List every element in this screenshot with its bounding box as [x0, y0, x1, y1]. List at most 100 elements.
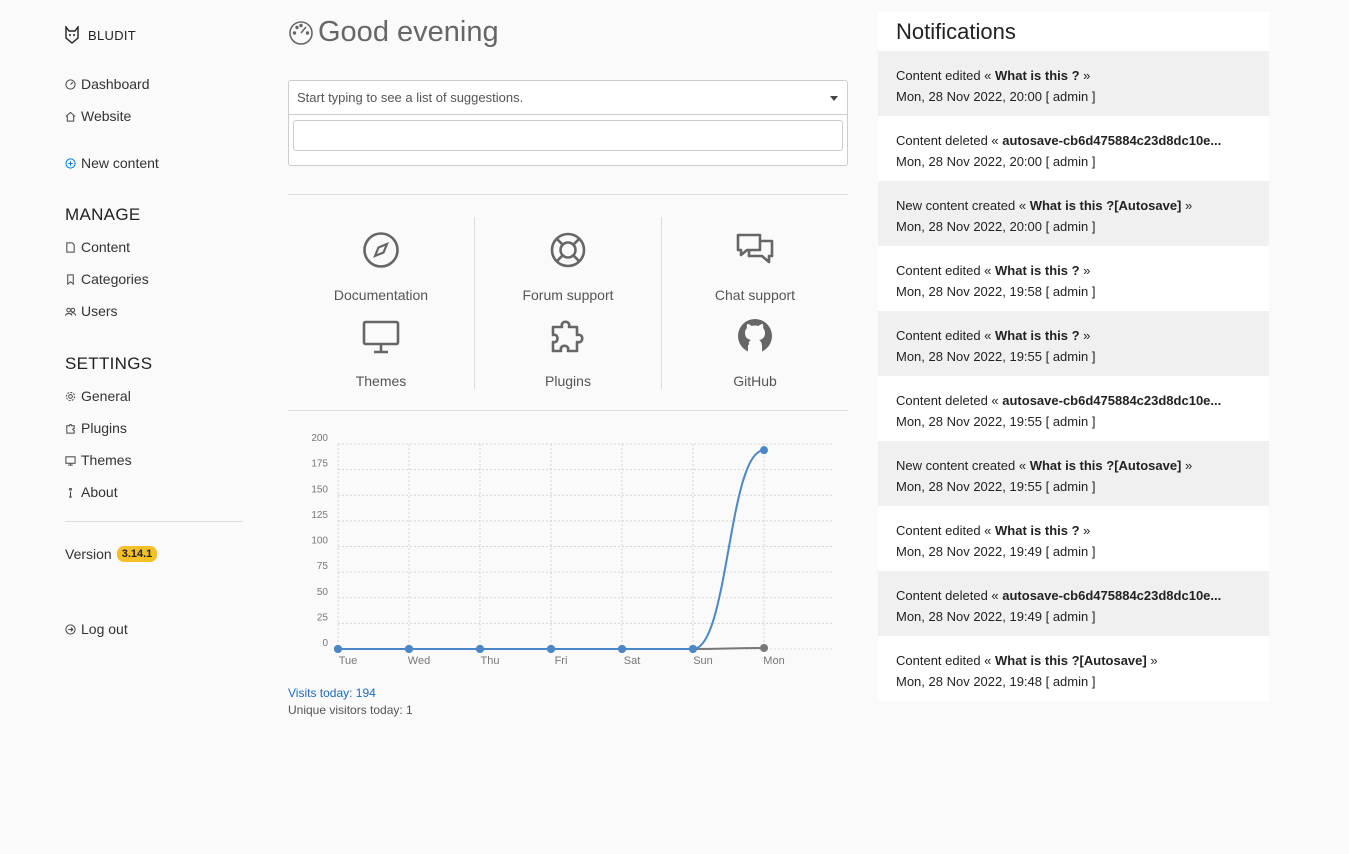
compass-icon [363, 232, 399, 268]
quick-link-themes[interactable]: Themes [288, 317, 474, 389]
notification-message: Content edited « What is this ? » [896, 65, 1251, 86]
notification-message: Content edited « What is this ?[Autosave… [896, 650, 1251, 671]
sidebar-item-themes[interactable]: Themes [65, 452, 132, 468]
quick-link-github[interactable]: GitHub [662, 317, 848, 389]
notification-item: Content edited « What is this ? » Mon, 28… [878, 51, 1269, 116]
notification-action: New content created « [896, 458, 1027, 473]
sidebar-item-users[interactable]: Users [65, 303, 118, 319]
version-info: Version 3.14.1 [65, 546, 158, 562]
x-tick-label: Sun [693, 655, 713, 667]
notification-end: » [1181, 198, 1193, 213]
data-point [334, 645, 342, 653]
chevron-down-icon[interactable] [830, 96, 838, 101]
puzzle-icon [66, 423, 75, 434]
visits-today: Visits today: 194 [288, 686, 376, 700]
unique-visitors-today: Unique visitors today: 1 [288, 703, 413, 717]
monitor-icon [65, 455, 76, 466]
quick-link-label: Themes [355, 373, 407, 389]
notification-action: Content edited « [896, 523, 992, 538]
quick-links: Documentation Forum support Chat support… [288, 217, 848, 389]
notification-action: Content edited « [896, 263, 992, 278]
sidebar-item-label: About [81, 484, 118, 500]
notification-action: Content deleted « [896, 393, 999, 408]
notification-action: Content edited « [896, 328, 992, 343]
brand[interactable]: BLUDIT [65, 26, 136, 44]
notification-date: Mon, 28 Nov 2022, 19:49 [ admin ] [896, 609, 1096, 624]
y-tick-label: 0 [322, 638, 328, 649]
sidebar-item-website[interactable]: Website [65, 108, 131, 124]
sidebar-item-categories[interactable]: Categories [65, 271, 149, 287]
notification-end: » [1079, 68, 1091, 83]
quick-link-label: GitHub [733, 373, 777, 389]
y-tick-label: 50 [317, 587, 329, 598]
content-search-combobox[interactable]: Start typing to see a list of suggestion… [289, 81, 847, 115]
notification-date: Mon, 28 Nov 2022, 19:48 [ admin ] [896, 674, 1096, 689]
sidebar-item-new-content[interactable]: New content [65, 155, 159, 171]
info-icon [69, 487, 72, 498]
quick-link-label: Forum support [522, 287, 614, 303]
data-point [760, 446, 768, 455]
x-tick-label: Fri [555, 655, 568, 667]
sidebar-item-label: Themes [81, 452, 132, 468]
notification-target: What is this ?[Autosave] [1029, 198, 1182, 213]
content-search-select[interactable]: Start typing to see a list of suggestion… [288, 80, 848, 166]
notification-message: Content edited « What is this ? » [896, 260, 1251, 281]
page-title: Good evening [318, 16, 499, 48]
sidebar-item-content[interactable]: Content [65, 239, 130, 255]
data-point [547, 645, 555, 653]
logout-label: Log out [81, 621, 128, 637]
gear-icon [65, 391, 76, 401]
notification-date: Mon, 28 Nov 2022, 19:49 [ admin ] [896, 544, 1096, 559]
sidebar-item-label: General [81, 388, 131, 404]
quick-link-forum-support[interactable]: Forum support [475, 231, 661, 303]
sidebar-item-dashboard[interactable]: Dashboard [65, 76, 150, 92]
x-tick-label: Thu [481, 655, 500, 667]
home-icon [65, 111, 76, 122]
notification-action: Content edited « [896, 68, 992, 83]
x-tick-label: Mon [763, 655, 784, 667]
notification-target: autosave-cb6d475884c23d8dc10e... [1002, 588, 1222, 603]
notification-date: Mon, 28 Nov 2022, 19:58 [ admin ] [896, 284, 1096, 299]
sidebar-item-label: Website [81, 108, 132, 124]
quick-link-label: Plugins [545, 373, 591, 389]
y-tick-label: 200 [311, 433, 328, 444]
sidebar-item-label: Content [81, 239, 131, 255]
data-point [618, 645, 626, 653]
sidebar-item-general[interactable]: General [65, 388, 131, 404]
notification-message: Content deleted « autosave-cb6d475884c23… [896, 585, 1251, 606]
notification-target: What is this ? [995, 328, 1080, 343]
sidebar-item-plugins[interactable]: Plugins [65, 420, 127, 436]
x-tick-label: Tue [339, 655, 358, 667]
quick-link-documentation[interactable]: Documentation [288, 231, 474, 303]
notification-target: autosave-cb6d475884c23d8dc10e... [1002, 393, 1222, 408]
section-title-settings: SETTINGS [65, 354, 153, 373]
monitor-icon [362, 320, 400, 354]
notification-end: » [1079, 263, 1091, 278]
notifications-panel: Notifications Content edited « What is t… [878, 12, 1269, 701]
notification-item: Content edited « What is this ?[Autosave… [878, 636, 1269, 701]
logout-link[interactable]: Log out [65, 621, 128, 637]
sidebar-item-label: Users [81, 303, 118, 319]
search-input[interactable] [293, 120, 843, 151]
quick-link-label: Chat support [714, 287, 796, 303]
sidebar-item-label: New content [81, 155, 159, 171]
x-tick-label: Sat [624, 655, 641, 667]
data-point [476, 645, 484, 653]
notification-target: What is this ?[Autosave] [1029, 458, 1182, 473]
lifebuoy-icon [550, 232, 586, 268]
search-placeholder: Start typing to see a list of suggestion… [297, 90, 524, 105]
y-tick-label: 75 [317, 561, 329, 572]
quick-link-plugins[interactable]: Plugins [475, 317, 661, 389]
quick-link-label: Documentation [333, 287, 429, 303]
users-icon [65, 307, 76, 316]
notifications-title: Notifications [878, 12, 1269, 51]
data-point [405, 645, 413, 653]
notification-item: Content edited « What is this ? » Mon, 28… [878, 246, 1269, 311]
visits-chart: 0 25 50 75 100 125 150 175 200 Tue Wed Thu Fri Sat Sun… [288, 430, 848, 670]
notification-message: Content edited « What is this ? » [896, 520, 1251, 541]
visits-chart-svg: 0 25 50 75 100 125 150 175 200 Tue Wed Thu Fri Sat Sun… [311, 433, 833, 667]
notification-target: autosave-cb6d475884c23d8dc10e... [1002, 133, 1222, 148]
sidebar-item-about[interactable]: About [65, 484, 118, 500]
notification-message: Content deleted « autosave-cb6d475884c23… [896, 390, 1251, 411]
quick-link-chat-support[interactable]: Chat support [662, 231, 848, 303]
